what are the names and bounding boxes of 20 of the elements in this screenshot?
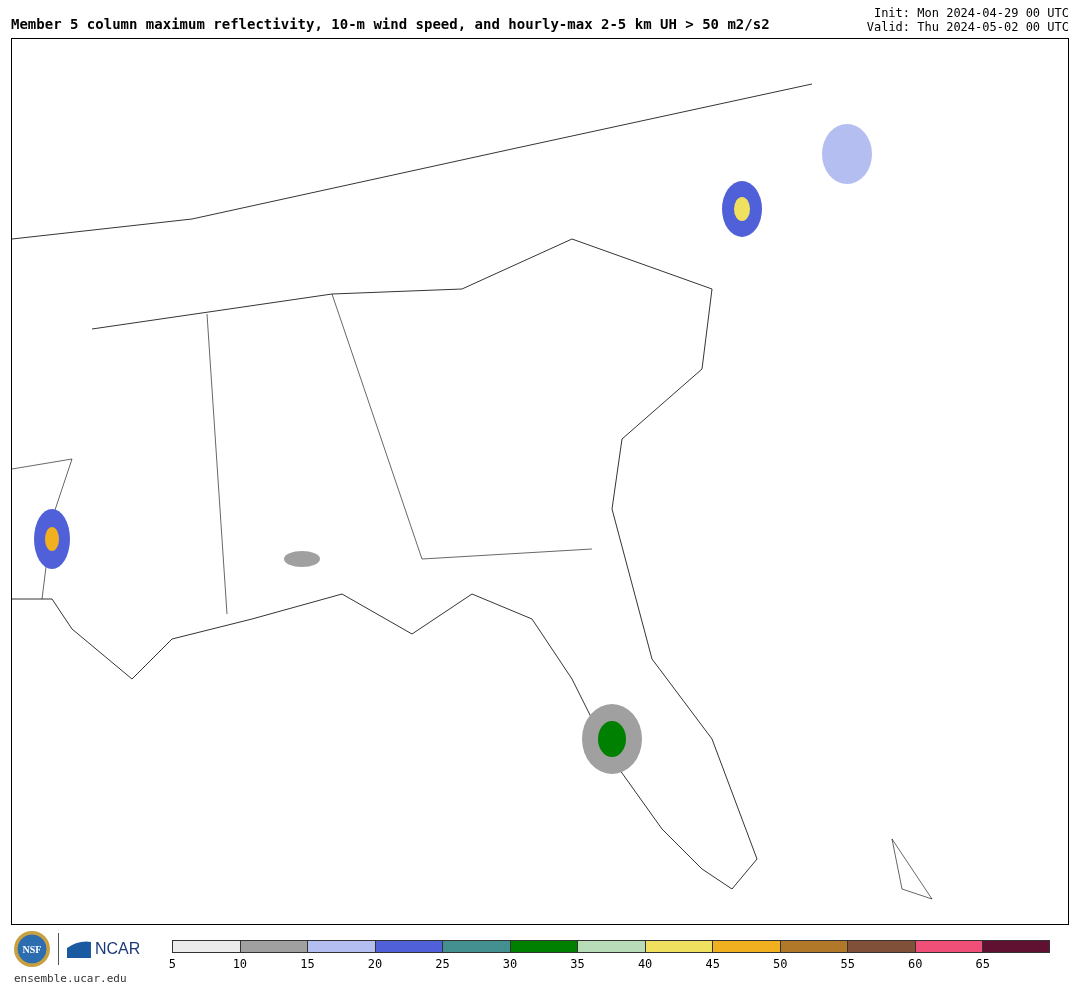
chart-title: Member 5 column maximum reflectivity, 10-m wind speed, and hourly-max 2-5 km UH > 50 m2/s2	[11, 15, 770, 34]
colorbar-label: 25	[435, 956, 450, 973]
colorbar-label: 55	[840, 956, 855, 973]
colorbar-label: 45	[705, 956, 720, 973]
colorbar-label: 40	[637, 956, 653, 973]
colorbar-label: 10	[232, 956, 248, 973]
ncar-logo: NCAR	[95, 939, 141, 959]
colorbar-label: 60	[908, 956, 923, 973]
valid-time: Valid: Thu 2024-05-02 00 UTC	[866, 20, 1069, 34]
site-address: ensemble.ucar.edu	[14, 971, 128, 987]
colorbar-label: 30	[502, 956, 518, 973]
colorbar-label: 35	[570, 956, 585, 973]
ncar-logo-icon	[67, 940, 91, 958]
colorbar-label: 15	[300, 956, 315, 973]
init-time: Init: Mon 2024-04-29 00 UTC	[872, 6, 1069, 20]
colorbar-label: 50	[772, 956, 788, 973]
colorbar-label: 20	[367, 956, 383, 973]
colorbar-label: 65	[975, 956, 990, 973]
colorbar-label: 5	[168, 956, 176, 973]
nsf-logo: NSF	[14, 931, 50, 967]
